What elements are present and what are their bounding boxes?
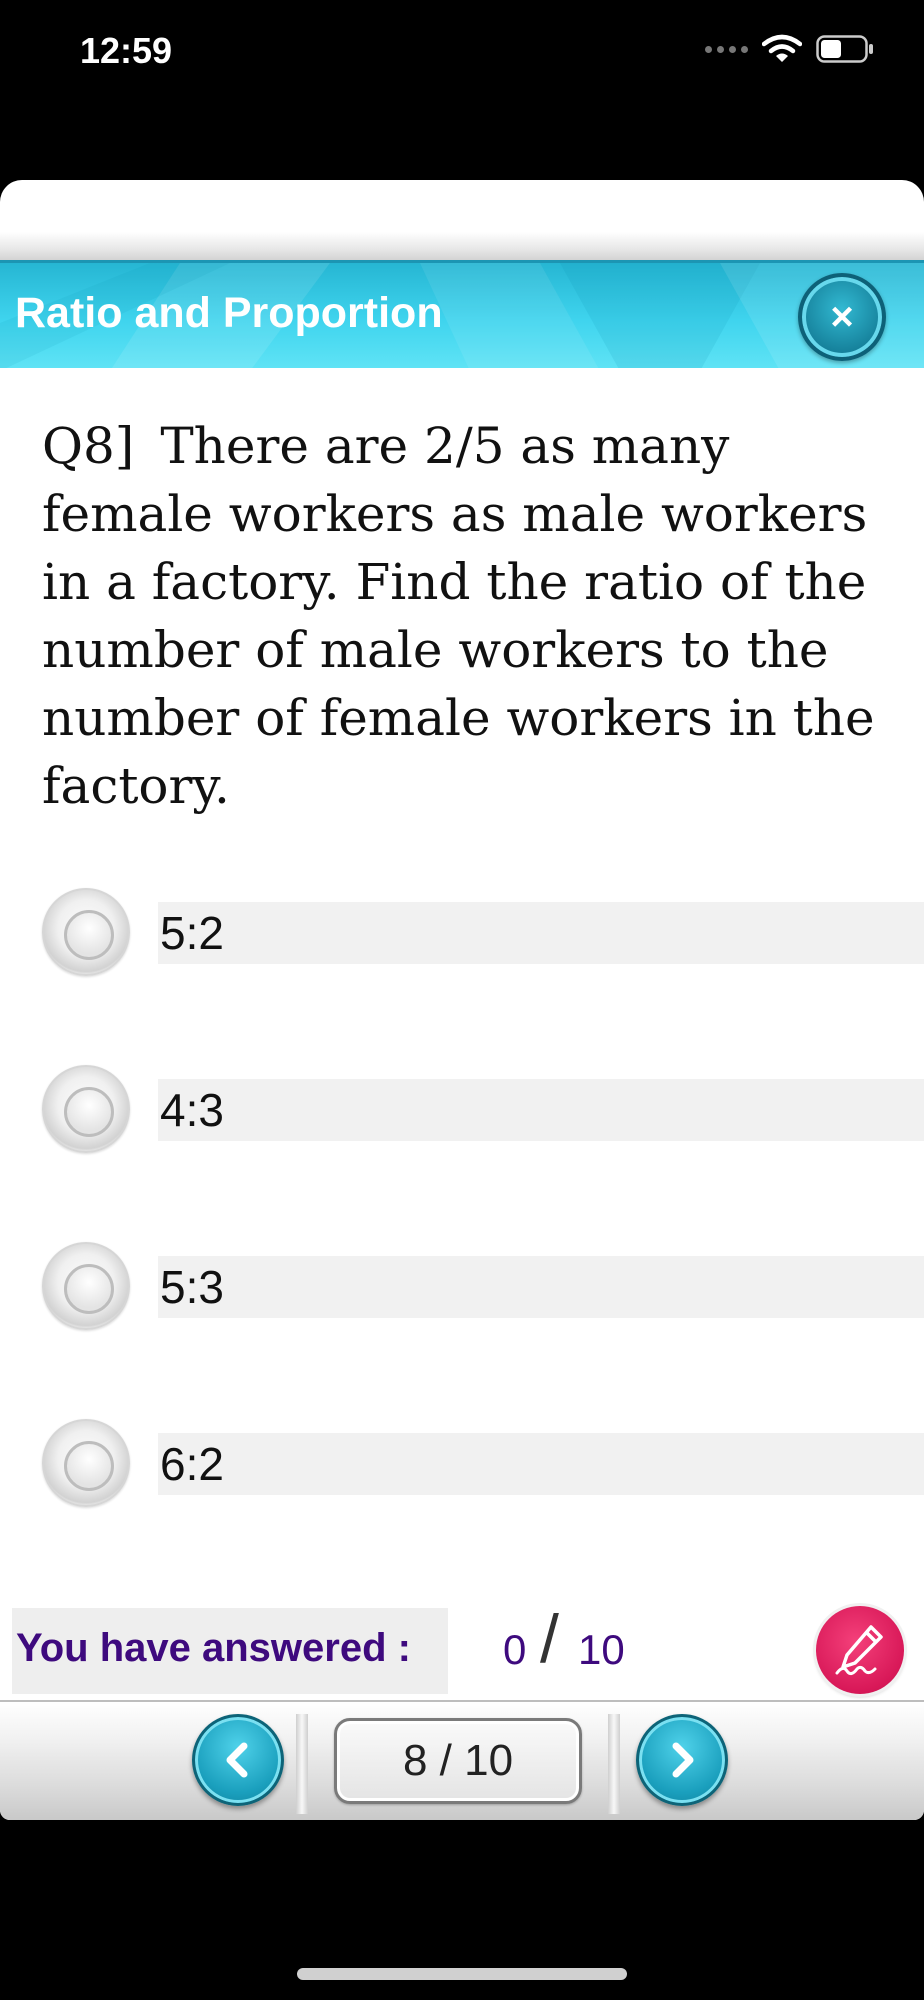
option-3[interactable]: 5:3	[0, 1242, 924, 1332]
option-label[interactable]: 5:2	[160, 906, 224, 960]
option-background	[158, 1079, 924, 1141]
status-bar: 12:59	[0, 0, 924, 110]
answered-label: You have answered :	[16, 1626, 411, 1670]
question-number: Q8]	[42, 417, 135, 475]
status-time: 12:59	[80, 30, 173, 71]
answered-separator: /	[540, 1601, 559, 1677]
close-icon: ×	[830, 294, 854, 339]
chevron-left-icon	[226, 1742, 248, 1778]
title-bar: Ratio and Proportion ×	[0, 260, 924, 368]
answered-total: 10	[578, 1626, 625, 1673]
option-background	[158, 1433, 924, 1495]
option-label[interactable]: 4:3	[160, 1083, 224, 1137]
status-icons	[705, 34, 874, 64]
option-2[interactable]: 4:3	[0, 1065, 924, 1155]
home-indicator[interactable]	[297, 1968, 627, 1980]
scratchpad-button[interactable]	[816, 1606, 904, 1694]
wifi-icon	[762, 34, 802, 62]
question-body: There are 2/5 as many female workers as …	[42, 417, 875, 815]
option-label[interactable]: 5:3	[160, 1260, 224, 1314]
chevron-right-icon	[672, 1742, 694, 1778]
previous-button[interactable]	[192, 1714, 284, 1806]
option-1[interactable]: 5:2	[0, 888, 924, 978]
nav-divider	[296, 1714, 308, 1814]
next-button[interactable]	[636, 1714, 728, 1806]
radio-button[interactable]	[42, 1065, 130, 1153]
option-label[interactable]: 6:2	[160, 1437, 224, 1491]
bottom-navigation: 8 / 10	[0, 1700, 924, 1820]
option-background	[158, 1256, 924, 1318]
page-title: Ratio and Proportion	[15, 289, 443, 337]
close-button[interactable]: ×	[798, 273, 886, 361]
battery-icon	[816, 35, 873, 63]
answered-count: 0	[503, 1626, 527, 1673]
signal-dots-icon	[705, 45, 748, 53]
quiz-dialog: Ratio and Proportion × Q8] There are 2/5 …	[0, 180, 924, 1820]
radio-button[interactable]	[42, 1419, 130, 1507]
nav-divider	[608, 1714, 620, 1814]
dialog-top-strip	[0, 232, 924, 262]
pen-icon	[835, 1625, 883, 1676]
radio-button[interactable]	[42, 1242, 130, 1330]
option-4[interactable]: 6:2	[0, 1419, 924, 1509]
radio-button[interactable]	[42, 888, 130, 976]
option-background	[158, 902, 924, 964]
page-indicator: 8 / 10	[334, 1718, 582, 1804]
question-text: Q8] There are 2/5 as many female workers …	[42, 412, 892, 820]
